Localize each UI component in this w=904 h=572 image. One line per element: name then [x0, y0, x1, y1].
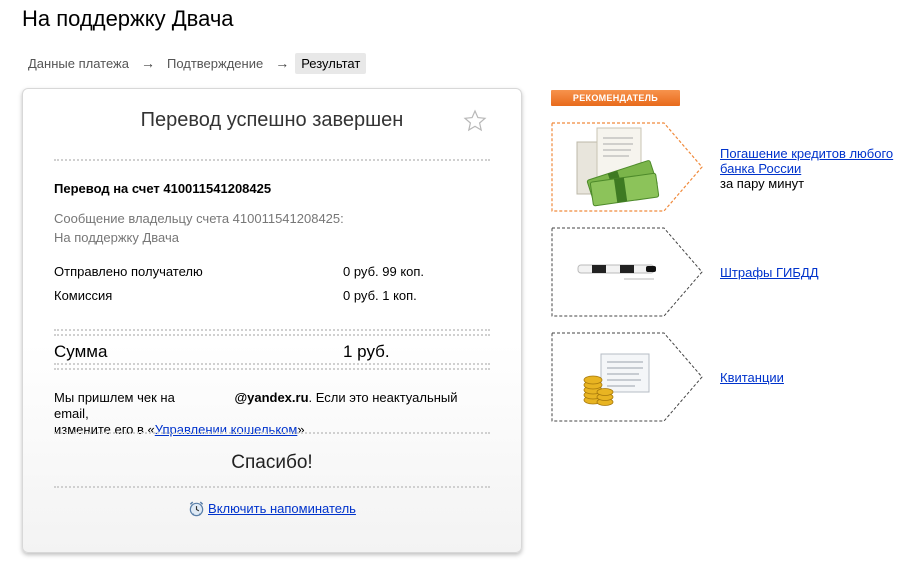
transfer-account: Перевод на счет 410011541208425: [54, 181, 272, 196]
step-confirmation[interactable]: Подтверждение: [161, 53, 269, 74]
sent-label: Отправлено получателю: [54, 264, 203, 279]
page-title: На поддержку Двача: [22, 6, 234, 31]
card-title: Перевод успешно завершен: [140, 109, 404, 131]
divider: [54, 486, 490, 488]
divider: [54, 363, 490, 370]
message-text: На поддержку Двача: [54, 230, 179, 245]
breadcrumb: Данные платежа → Подтверждение → Результ…: [22, 52, 367, 74]
recommender-text-receipts: Квитанции: [720, 370, 900, 385]
wallet-management-link[interactable]: Управлении кошельком: [155, 422, 298, 437]
recommender-item-fines[interactable]: [551, 227, 703, 317]
step-payment-data[interactable]: Данные платежа: [22, 53, 135, 74]
loans-link[interactable]: Погашение кредитов любого банка России: [720, 146, 893, 176]
traffic-fines-link[interactable]: Штрафы ГИБДД: [720, 265, 819, 280]
thanks-text: Спасибо!: [231, 452, 313, 473]
star-icon[interactable]: [463, 109, 487, 133]
recommender-item-receipts[interactable]: [551, 332, 703, 422]
recommender-text-loans: Погашение кредитов любого банка России з…: [720, 146, 900, 191]
enable-reminder-link[interactable]: Включить напоминатель: [208, 501, 356, 516]
redacted-email: [178, 390, 234, 402]
result-card: Перевод успешно завершен Перевод на счет…: [22, 88, 522, 553]
total-label: Сумма: [54, 342, 108, 361]
recommender-badge: РЕКОМЕНДАТЕЛЬ: [551, 90, 680, 106]
coins-receipt-icon: [583, 353, 650, 406]
loans-subtitle: за пару минут: [720, 176, 805, 191]
arrow-right-icon: →: [140, 55, 155, 71]
arrow-right-icon: →: [275, 55, 290, 71]
message-label: Сообщение владельцу счета 41001154120842…: [54, 211, 344, 226]
receipt-notice: Мы пришлем чек на @yandex.ru. Если это н…: [54, 390, 458, 437]
total-value: 1 руб.: [343, 342, 390, 361]
commission-value: 0 руб. 1 коп.: [343, 288, 417, 303]
police-baton-icon: [577, 264, 656, 280]
recommender-text-fines: Штрафы ГИБДД: [720, 265, 900, 280]
commission-label: Комиссия: [54, 288, 113, 303]
divider: [54, 329, 490, 336]
divider: [54, 432, 490, 434]
recommender-item-loans[interactable]: [551, 122, 703, 212]
step-result: Результат: [295, 52, 367, 74]
alarm-clock-icon[interactable]: [188, 500, 205, 517]
divider: [54, 159, 490, 161]
reminder-row: Включить напоминатель: [23, 500, 521, 517]
sent-value: 0 руб. 99 коп.: [343, 264, 425, 279]
receipts-link[interactable]: Квитанции: [720, 370, 784, 385]
money-icon: [576, 127, 660, 207]
